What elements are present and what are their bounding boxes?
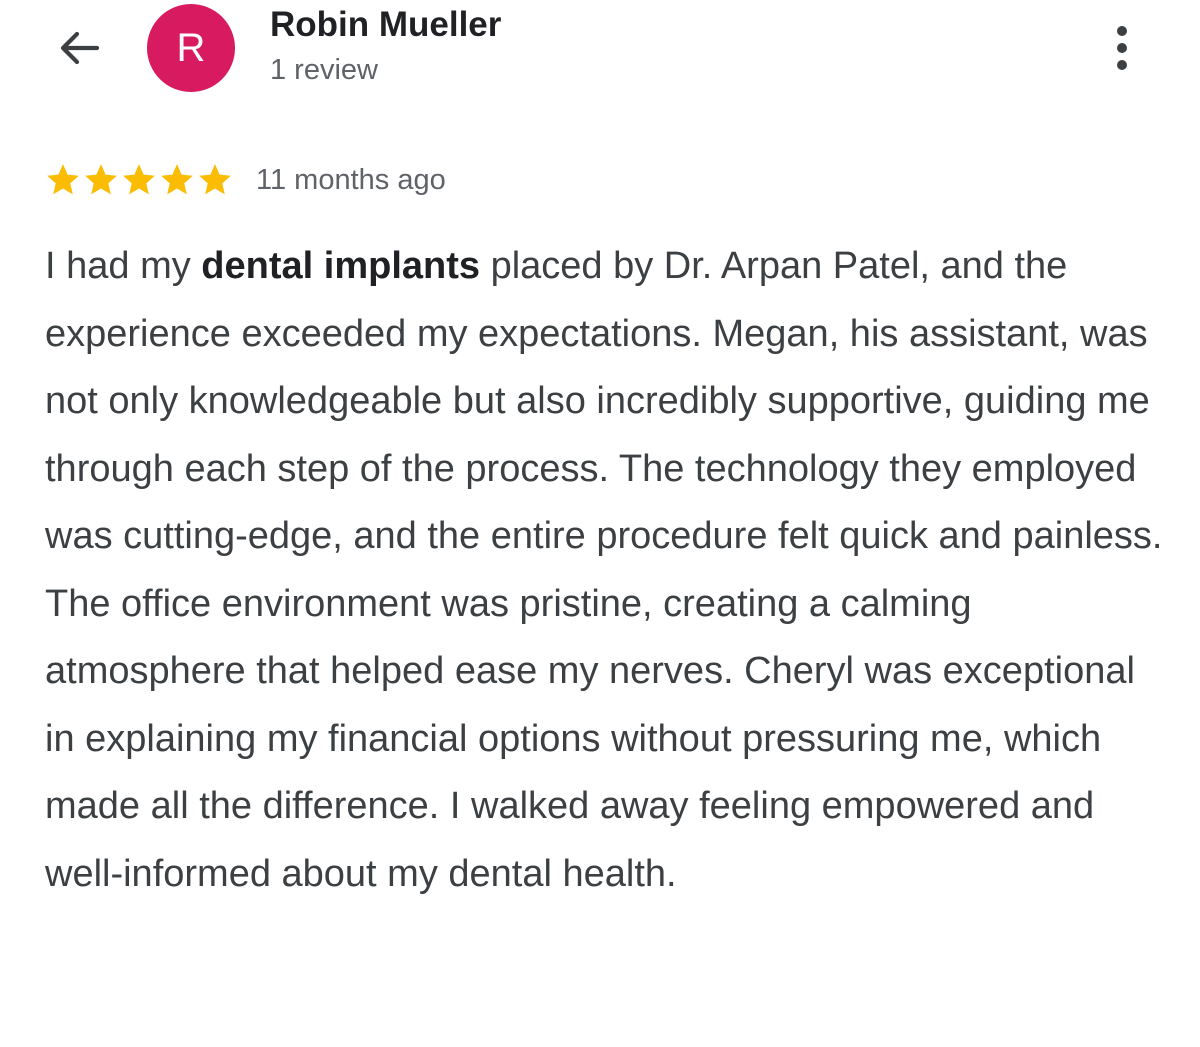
review-text-highlight: dental implants (201, 245, 481, 287)
review-header: R Robin Mueller 1 review (0, 0, 1200, 110)
star-icon (199, 164, 231, 195)
review-text-rest: placed by Dr. Arpan Patel, and the exper… (45, 245, 1163, 895)
avatar[interactable]: R (147, 4, 235, 92)
review-text-intro: I had my (45, 245, 202, 287)
star-icon (123, 164, 155, 195)
reviewer-review-count: 1 review (270, 54, 378, 86)
star-rating (44, 161, 234, 199)
star-icon (47, 164, 79, 195)
avatar-letter: R (176, 25, 206, 70)
review-date: 11 months ago (256, 163, 446, 196)
more-vertical-icon-dot (1117, 43, 1127, 53)
more-vertical-icon-dot (1117, 60, 1127, 70)
star-icon (161, 164, 193, 195)
review-text: I had my dental implants placed by Dr. A… (45, 233, 1175, 908)
star-icon (85, 164, 117, 195)
reviewer-name[interactable]: Robin Mueller (270, 5, 501, 45)
back-button[interactable] (48, 20, 110, 76)
more-vertical-icon (1117, 26, 1127, 36)
arrow-left-icon (60, 31, 100, 65)
more-options-button[interactable] (1098, 20, 1146, 76)
rating-row: 11 months ago (44, 158, 446, 202)
